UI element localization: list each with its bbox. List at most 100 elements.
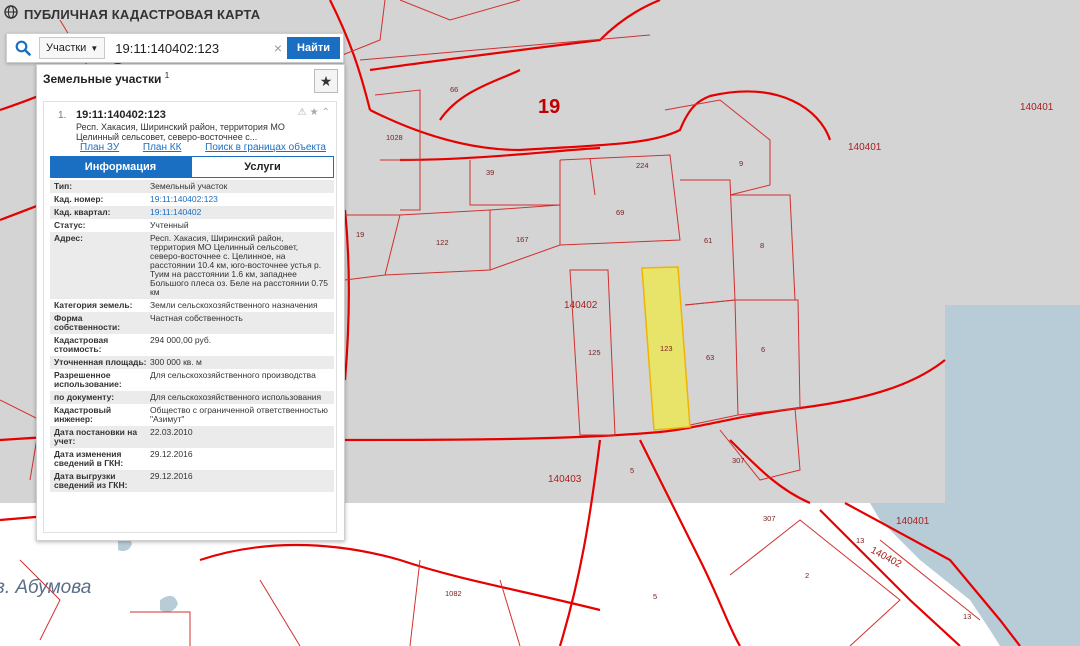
table-row: Тип: Земельный участок: [50, 180, 334, 193]
table-row: Уточненная площадь: 300 000 кв. м: [50, 356, 334, 369]
row-key: Дата постановки на учет:: [54, 427, 138, 446]
parcel-label: 13: [963, 612, 971, 621]
table-row: Статус: Учтенный: [50, 219, 334, 232]
row-value: 29.12.2016: [150, 471, 193, 481]
row-value: Для сельскохозяйственного производства: [150, 370, 316, 380]
search-input[interactable]: 19:11:140402:123: [105, 41, 269, 56]
parcel-label: 125: [588, 348, 601, 357]
row-key: Дата изменения сведений в ГКН:: [54, 449, 124, 468]
row-key: Уточненная площадь:: [54, 357, 147, 367]
object-type-select[interactable]: Участки ▼: [39, 37, 106, 59]
tab-services[interactable]: Услуги: [191, 156, 334, 178]
parcel-label: 6: [761, 345, 765, 354]
row-key: Адрес:: [54, 233, 83, 243]
quarter-label: 140401: [848, 142, 882, 153]
quarter-label: 140403: [548, 474, 582, 485]
row-key: Кад. номер:: [54, 194, 104, 204]
row-value-link[interactable]: 19:11:140402:123: [150, 195, 334, 204]
parcel-label: 66: [450, 85, 458, 94]
tab-info[interactable]: Информация: [50, 156, 191, 178]
parcel-label: 122: [436, 238, 449, 247]
row-key: Статус:: [54, 220, 86, 230]
row-key: Тип:: [54, 181, 73, 191]
favorites-button[interactable]: ★: [314, 69, 338, 93]
row-key: Кад. квартал:: [54, 207, 111, 217]
row-key: Кадастровый инженер:: [54, 405, 112, 424]
parcel-label: 19: [356, 230, 364, 239]
row-value-link[interactable]: 19:11:140402: [150, 208, 334, 217]
parcel-label: 5: [653, 592, 657, 601]
row-value: Для сельскохозяйственного использования: [150, 392, 322, 402]
result-count: 1: [164, 71, 170, 80]
row-value: 22.03.2010: [150, 427, 193, 437]
chevron-up-icon[interactable]: ⌃: [322, 107, 330, 118]
app-title: ПУБЛИЧНАЯ КАДАСТРОВАЯ КАРТА: [24, 6, 261, 22]
row-value: Учтенный: [150, 220, 189, 230]
chevron-down-icon: ▼: [90, 43, 99, 53]
row-value: Частная собственность: [150, 313, 243, 323]
globe-logo-icon: [4, 4, 18, 24]
table-row: Кадастровый инженер: Общество с ограничен…: [50, 404, 334, 426]
star-outline-icon[interactable]: ★: [310, 107, 319, 118]
parcel-label: 307: [732, 456, 745, 465]
row-key: Кадастровая стоимость:: [54, 335, 109, 354]
row-value: Земельный участок: [150, 181, 228, 191]
row-value: 300 000 кв. м: [150, 357, 202, 367]
quarter-label: 140402: [564, 300, 598, 311]
row-key: Категория земель:: [54, 300, 133, 310]
row-value: 294 000,00 руб.: [150, 335, 212, 345]
result-address: Респ. Хакасия, Ширинский район, территор…: [76, 122, 285, 142]
parcel-label: 69: [616, 208, 624, 217]
find-button[interactable]: Найти: [287, 37, 340, 59]
search-icon[interactable]: [7, 34, 39, 62]
quarter-label: 140401: [1020, 102, 1054, 113]
clear-icon[interactable]: ×: [269, 40, 287, 56]
place-label: з. Абумова: [0, 577, 91, 598]
parcel-label: 2: [805, 571, 809, 580]
parcel-label: 61: [704, 236, 712, 245]
parcel-label: 123: [660, 344, 673, 353]
district-number-label: 19: [538, 96, 560, 118]
row-value: 29.12.2016: [150, 449, 193, 459]
panel-title-text: Земельные участки: [43, 72, 162, 86]
warning-icon[interactable]: ⚠: [298, 107, 307, 118]
parcel-label: 9: [739, 159, 743, 168]
object-type-label: Участки: [46, 42, 87, 54]
results-panel: Земельные участки 1 ★ 1. 19:11:140402:12…: [36, 64, 345, 541]
parcel-label: 307: [763, 514, 776, 523]
row-value: Респ. Хакасия, Ширинский район, территор…: [150, 233, 328, 297]
row-key: Разрешенное использование:: [54, 370, 122, 389]
star-icon: ★: [319, 72, 333, 89]
table-row: Дата постановки на учет: 22.03.2010: [50, 426, 334, 448]
table-row: Категория земель: Земли сельскохозяйствен…: [50, 299, 334, 312]
parcel-label: 39: [486, 168, 494, 177]
row-key: по документу:: [54, 392, 115, 402]
parcel-label: 224: [636, 161, 649, 170]
parcel-label: 13: [856, 536, 864, 545]
table-row: Адрес: Респ. Хакасия, Ширинский район, те…: [50, 232, 334, 299]
panel-title: Земельные участки 1: [43, 71, 169, 86]
table-row: Разрешенное использование: Для сельскохоз…: [50, 369, 334, 391]
table-row: Дата изменения сведений в ГКН: 29.12.2016: [50, 448, 334, 470]
parcel-label: 63: [706, 353, 714, 362]
parcel-label: 8: [760, 241, 764, 250]
info-table: Тип: Земельный участок Кад. номер: 19:11:1…: [50, 180, 334, 492]
table-row: Дата выгрузки сведений из ГКН: 29.12.2016: [50, 470, 334, 492]
parcel-label: 1028: [386, 133, 403, 142]
parcel-label: 167: [516, 235, 529, 244]
table-row: по документу: Для сельскохозяйственного и…: [50, 391, 334, 404]
search-bar: Участки ▼ 19:11:140402:123 × Найти: [6, 33, 344, 63]
result-card: 1. 19:11:140402:123 Респ. Хакасия, Ширин…: [43, 101, 337, 533]
row-key: Дата выгрузки сведений из ГКН:: [54, 471, 128, 490]
table-row: Кад. квартал: 19:11:140402: [50, 206, 334, 219]
parcel-label: 1082: [445, 589, 462, 598]
parcel-label: 5: [630, 466, 634, 475]
card-actions: ⚠ ★ ⌃: [298, 107, 330, 118]
quarter-label: 140401: [896, 516, 930, 527]
row-value: Общество с ограниченной ответственностью…: [150, 405, 328, 424]
row-value: Земли сельскохозяйственного назначения: [150, 300, 318, 310]
result-cad-number[interactable]: 19:11:140402:123: [76, 109, 166, 121]
app-header: ПУБЛИЧНАЯ КАДАСТРОВАЯ КАРТА: [0, 0, 260, 28]
card-tabs: Информация Услуги: [50, 156, 334, 178]
row-key: Форма собственности:: [54, 313, 121, 332]
